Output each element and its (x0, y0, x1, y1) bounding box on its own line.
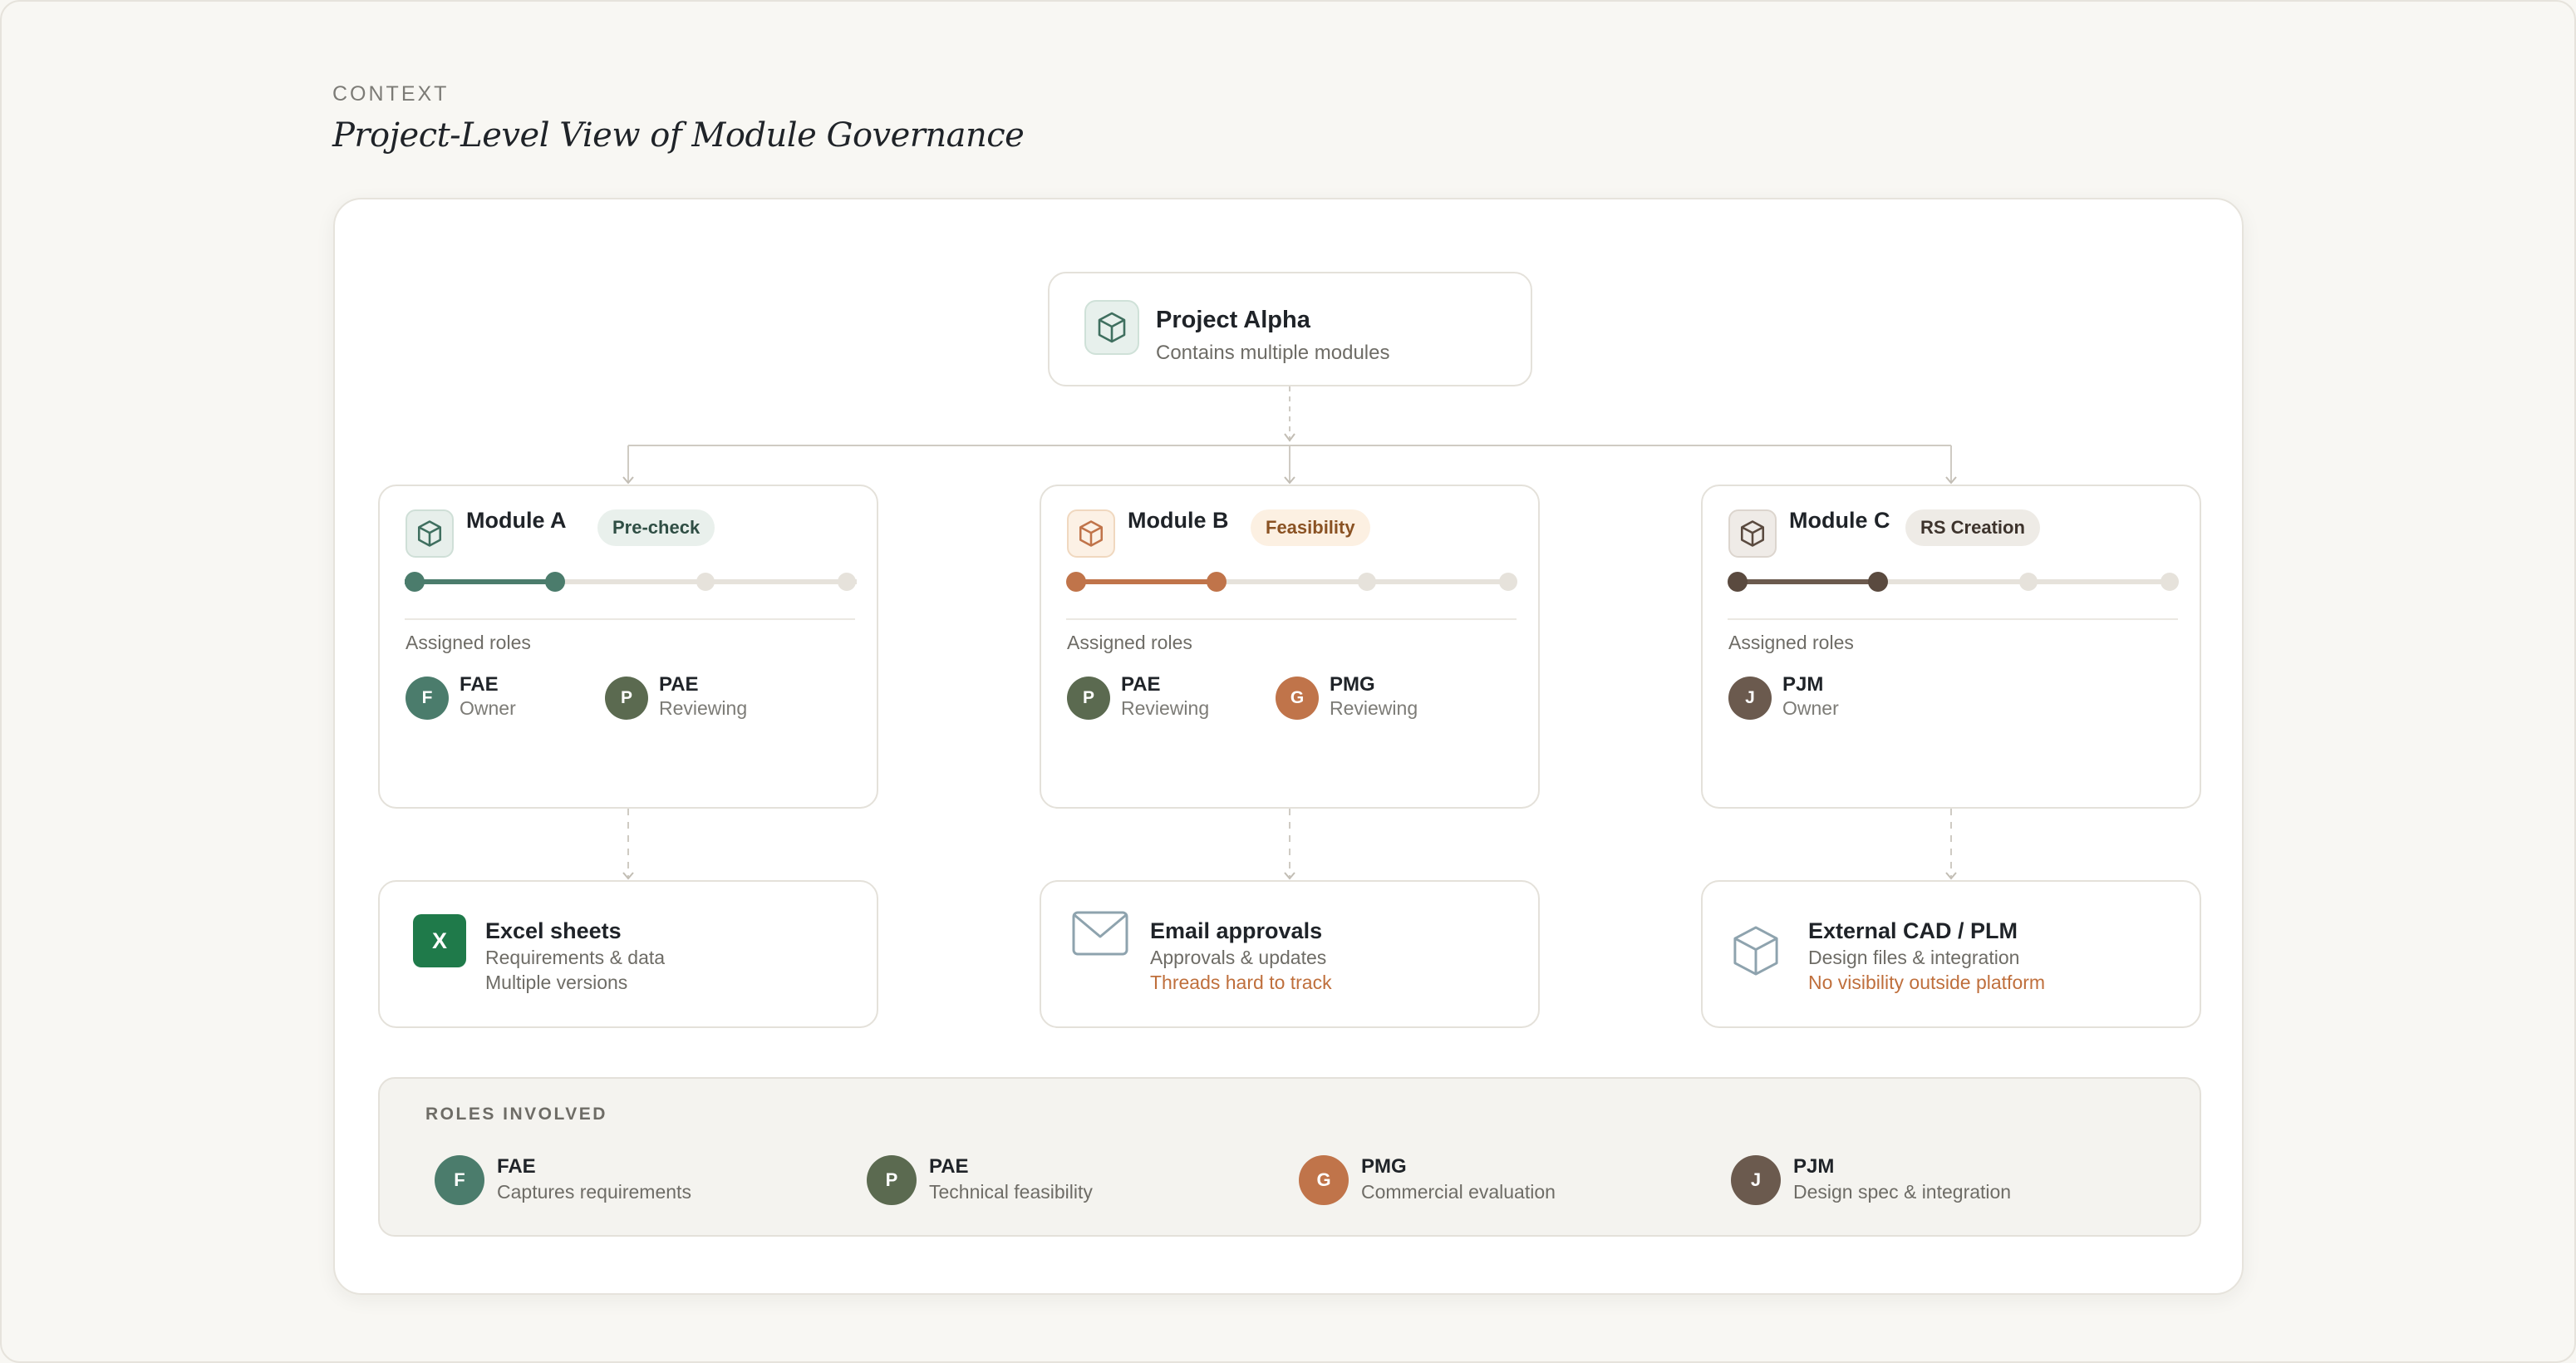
module-title: Module C (1789, 508, 1890, 533)
tool-warning: Threads hard to track (1150, 972, 1332, 993)
avatar: G (1299, 1155, 1349, 1205)
role-state: Reviewing (1330, 697, 1418, 719)
role-name: PJM (1782, 673, 1824, 696)
tool-description: Design files & integration (1808, 947, 2020, 968)
avatar: P (867, 1155, 917, 1205)
role-name: FAE (460, 673, 499, 696)
avatar: J (1731, 1155, 1781, 1205)
tool-card-excel[interactable]: X Excel sheets Requirements & data Multi… (378, 880, 878, 1028)
tool-card-cad-plm[interactable]: External CAD / PLM Design files & integr… (1701, 880, 2201, 1028)
stage-badge: Pre-check (597, 509, 715, 546)
role-name: PJM (1793, 1155, 1835, 1178)
role-name: FAE (497, 1155, 536, 1178)
cube-icon (1728, 509, 1777, 558)
progress-track (1728, 572, 2179, 592)
context-eyebrow: CONTEXT (332, 82, 450, 106)
tool-card-email[interactable]: Email approvals Approvals & updates Thre… (1040, 880, 1540, 1028)
project-card[interactable]: Project Alpha Contains multiple modules (1048, 272, 1532, 386)
avatar: F (435, 1155, 484, 1205)
role-name: PMG (1361, 1155, 1407, 1178)
role-description: Captures requirements (497, 1181, 691, 1203)
tool-warning: No visibility outside platform (1808, 972, 2046, 993)
assigned-roles-label: Assigned roles (406, 632, 531, 653)
roles-involved-panel: ROLES INVOLVED F FAE Captures requiremen… (378, 1077, 2201, 1237)
tool-title: Excel sheets (485, 918, 622, 943)
project-subtitle: Contains multiple modules (1156, 342, 1390, 364)
role-description: Design spec & integration (1793, 1181, 2012, 1203)
cube-outline-icon (1731, 925, 1789, 983)
tool-description: Approvals & updates (1150, 947, 1327, 968)
divider (1066, 618, 1517, 620)
module-title: Module B (1128, 508, 1229, 533)
cube-icon (406, 509, 454, 558)
module-title: Module A (466, 508, 567, 533)
avatar: G (1276, 677, 1319, 720)
envelope-icon (1071, 910, 1129, 968)
role-state: Reviewing (1121, 697, 1210, 719)
cube-icon (1067, 509, 1115, 558)
excel-icon: X (413, 914, 466, 967)
module-card-b[interactable]: Module B Feasibility Assigned roles P PA… (1040, 485, 1540, 809)
progress-track (405, 572, 857, 592)
avatar: P (605, 677, 648, 720)
role-name: PAE (659, 673, 699, 696)
divider (1728, 618, 2178, 620)
divider (405, 618, 855, 620)
role-state: Owner (1782, 697, 1839, 719)
cube-icon (1084, 300, 1139, 355)
stage-badge: RS Creation (1905, 509, 2040, 546)
module-card-c[interactable]: Module C RS Creation Assigned roles J PJ… (1701, 485, 2201, 809)
role-description: Technical feasibility (929, 1181, 1093, 1203)
role-state: Owner (460, 697, 516, 719)
tool-note: Multiple versions (485, 972, 628, 993)
tool-title: External CAD / PLM (1808, 918, 2018, 943)
module-card-a[interactable]: Module A Pre-check Assigned roles F FAE … (378, 485, 878, 809)
progress-track (1066, 572, 1517, 592)
role-name: PAE (1121, 673, 1161, 696)
tool-description: Requirements & data (485, 947, 666, 968)
avatar: P (1067, 677, 1110, 720)
page-title: Project-Level View of Module Governance (332, 116, 1025, 155)
roles-involved-label: ROLES INVOLVED (425, 1105, 607, 1124)
avatar: J (1728, 677, 1772, 720)
role-name: PAE (929, 1155, 969, 1178)
stage-badge: Feasibility (1251, 509, 1370, 546)
role-state: Reviewing (659, 697, 748, 719)
assigned-roles-label: Assigned roles (1728, 632, 1854, 653)
role-description: Commercial evaluation (1361, 1181, 1556, 1203)
role-name: PMG (1330, 673, 1375, 696)
avatar: F (406, 677, 449, 720)
assigned-roles-label: Assigned roles (1067, 632, 1192, 653)
tool-title: Email approvals (1150, 918, 1323, 943)
project-title: Project Alpha (1156, 307, 1310, 333)
